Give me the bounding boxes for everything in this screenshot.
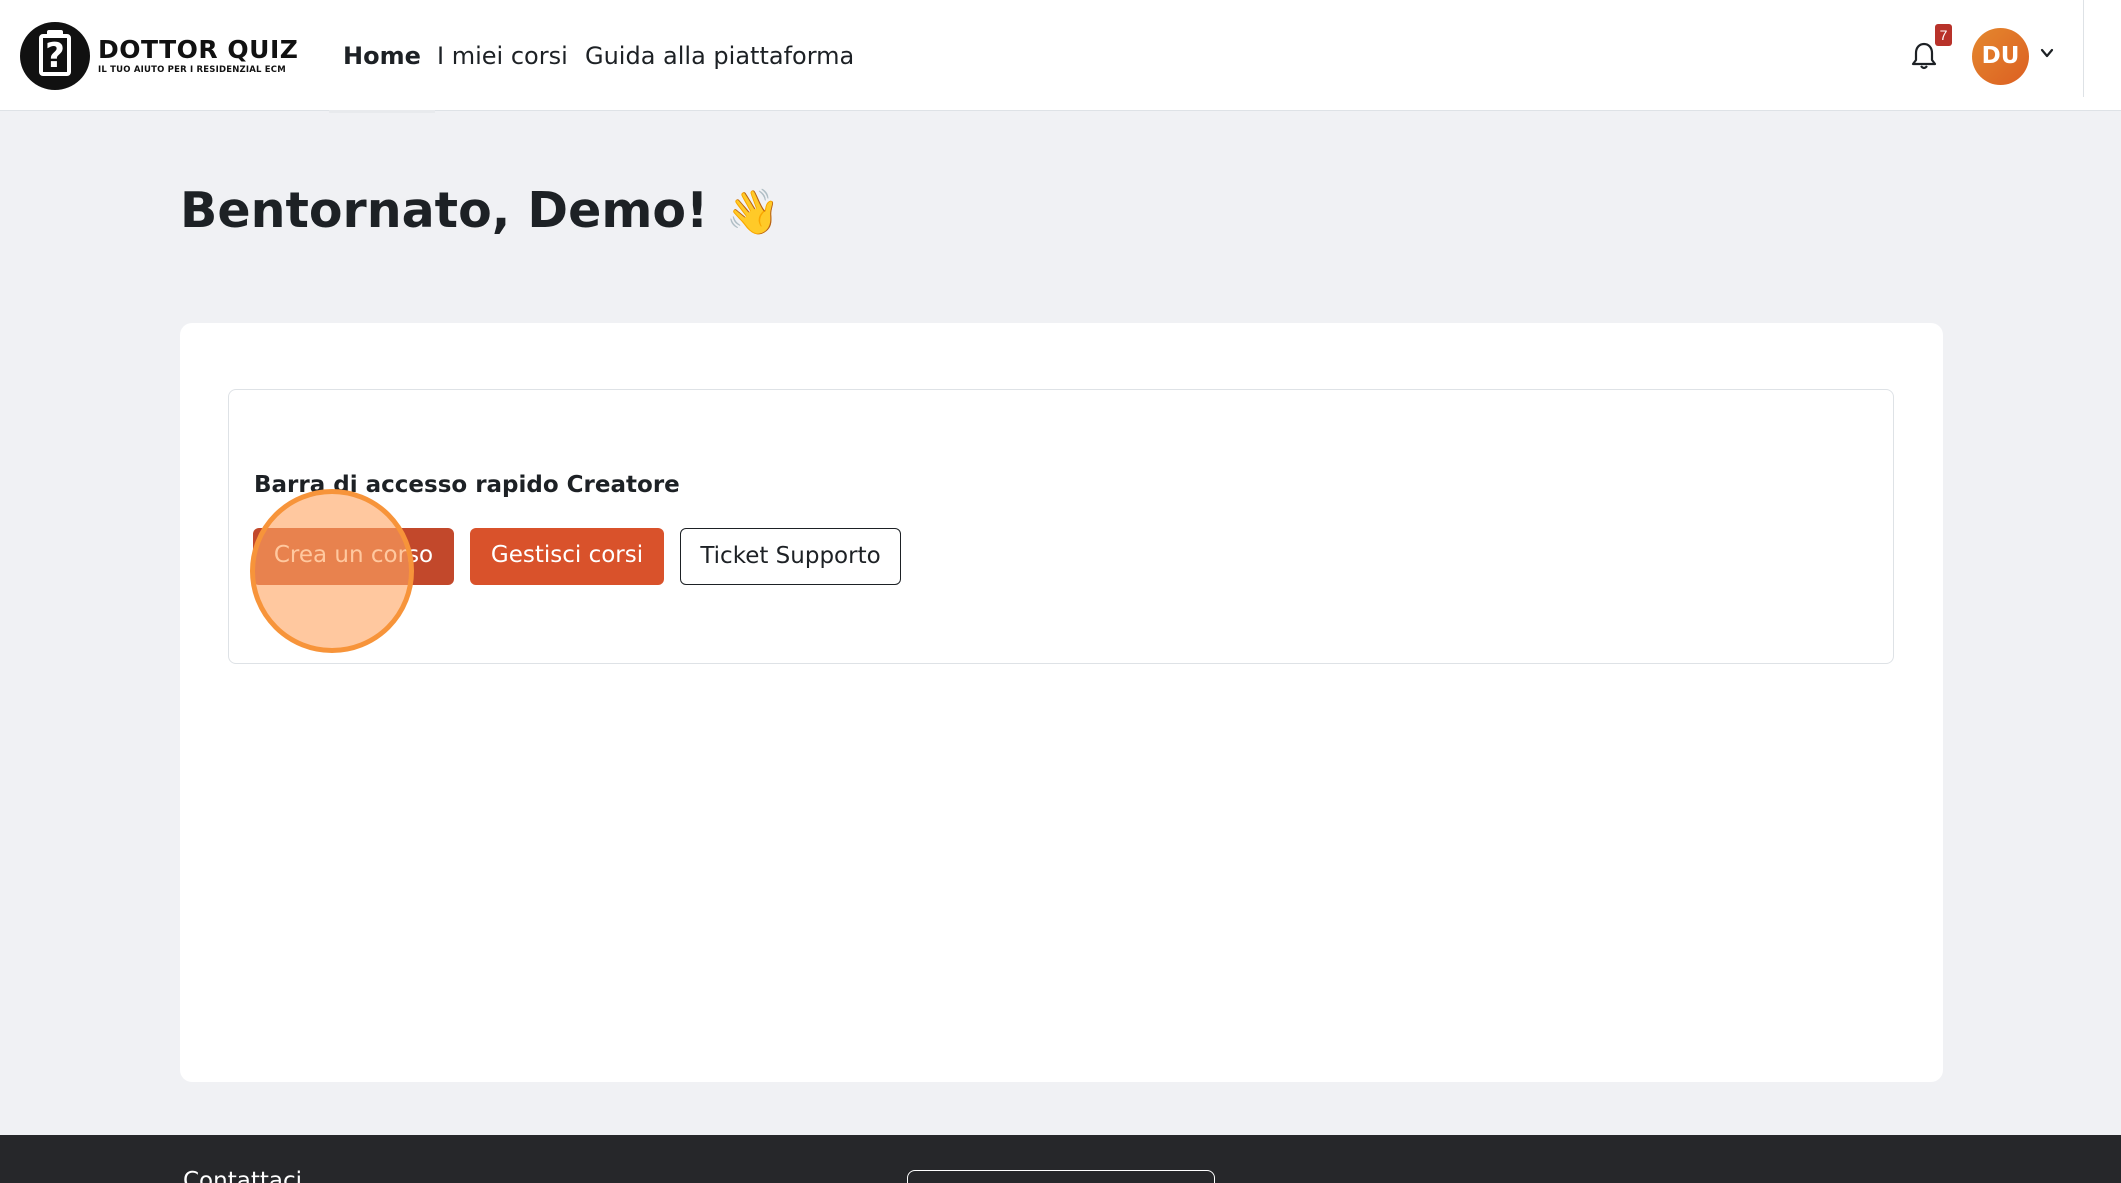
- top-navbar: ? DOTTOR QUIZ IL TUO AIUTO PER I RESIDEN…: [0, 0, 2121, 113]
- site-logo[interactable]: ? DOTTOR QUIZ IL TUO AIUTO PER I RESIDEN…: [20, 22, 298, 90]
- brand-tagline: IL TUO AIUTO PER I RESIDENZIAL ECM: [98, 65, 286, 75]
- footer-contact-title: Contattaci: [183, 1168, 302, 1183]
- user-avatar[interactable]: DU: [1972, 28, 2029, 85]
- quick-access-panel: [228, 389, 1894, 664]
- logo-icon: ?: [20, 22, 90, 90]
- notification-count-badge: 7: [1935, 24, 1952, 46]
- waving-hand-icon: 👋: [725, 187, 781, 238]
- manage-courses-button[interactable]: Gestisci corsi: [470, 528, 664, 585]
- footer-button[interactable]: [907, 1170, 1215, 1183]
- support-ticket-button[interactable]: Ticket Supporto: [680, 528, 901, 585]
- create-course-button[interactable]: Crea un corso: [253, 528, 454, 585]
- chevron-down-icon[interactable]: [2040, 46, 2054, 60]
- navbar-divider: [2083, 0, 2084, 97]
- greeting-text: Bentornato, Demo!: [180, 182, 709, 239]
- nav-platform-guide[interactable]: Guida alla piattaforma: [585, 36, 854, 76]
- quick-access-title: Barra di accesso rapido Creatore: [254, 472, 680, 498]
- nav-home[interactable]: Home: [329, 36, 435, 113]
- nav-my-courses[interactable]: I miei corsi: [437, 36, 568, 76]
- page-greeting: Bentornato, Demo! 👋: [180, 178, 780, 246]
- brand-name: DOTTOR QUIZ: [98, 35, 299, 64]
- bell-icon[interactable]: [1911, 41, 1937, 71]
